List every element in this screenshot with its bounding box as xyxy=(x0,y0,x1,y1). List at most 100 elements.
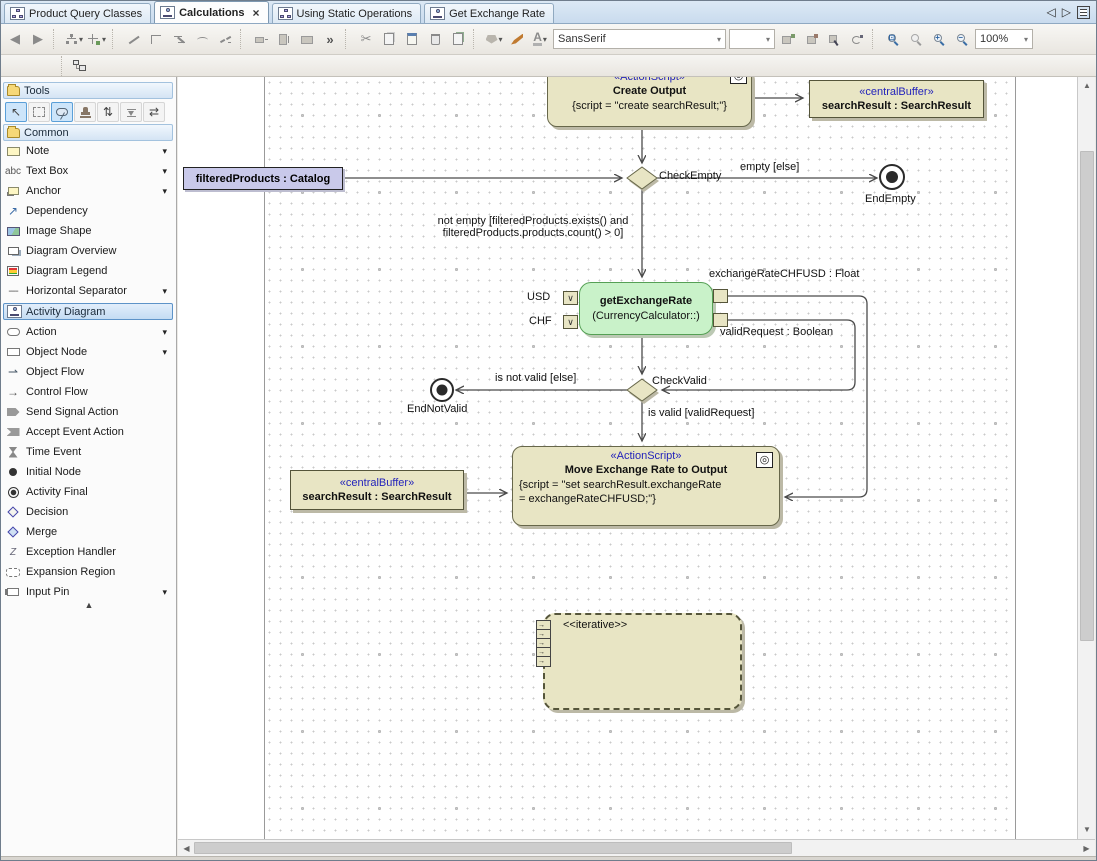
tab-using-static-operations[interactable]: Using Static Operations xyxy=(272,3,422,23)
dropdown-caret[interactable]: ▾ xyxy=(162,327,167,338)
toolbox-item-initial-node[interactable]: Initial Node xyxy=(5,462,173,482)
output-pin-valid-request[interactable] xyxy=(713,313,728,327)
toolbox-item-horizontal-separator[interactable]: ----Horizontal Separator▾ xyxy=(5,281,173,301)
selection-tool-button[interactable]: ↖ xyxy=(5,102,27,122)
toolbox-item-anchor[interactable]: Anchor▾ xyxy=(5,181,173,201)
line-style-rectilinear-button[interactable] xyxy=(146,28,166,50)
activity-diagram-section-header[interactable]: Activity Diagram xyxy=(3,303,173,320)
font-color-button[interactable]: A▾ xyxy=(530,28,550,50)
move-exchange-rate-action-node[interactable]: «ActionScript» Move Exchange Rate to Out… xyxy=(512,446,780,526)
bring-to-front-button[interactable] xyxy=(778,28,798,50)
pin-label-usd[interactable]: USD xyxy=(527,291,550,303)
dropdown-caret[interactable]: ▾ xyxy=(162,166,167,177)
back-button[interactable]: ◀ xyxy=(5,28,25,50)
stamp-tool-button[interactable] xyxy=(74,102,96,122)
input-pin-usd[interactable]: ∨ xyxy=(563,291,578,305)
search-result-buffer-bottom-node[interactable]: «centralBuffer» searchResult : SearchRes… xyxy=(290,470,464,510)
common-section-header[interactable]: Common xyxy=(3,124,173,141)
pin-label-valid-request-boolean[interactable]: validRequest : Boolean xyxy=(720,326,833,338)
output-pin-exchange-rate[interactable] xyxy=(713,289,728,303)
toolbox-item-object-flow[interactable]: ⇀Object Flow xyxy=(5,362,173,382)
toolbox-item-object-node[interactable]: Object Node▾ xyxy=(5,342,173,362)
dropdown-caret[interactable]: ▾ xyxy=(162,347,167,358)
toolbox-item-dependency[interactable]: ↗Dependency xyxy=(5,201,173,221)
toolbox-item-diagram-legend[interactable]: Diagram Legend xyxy=(5,261,173,281)
toolbar-overflow-button[interactable]: » xyxy=(320,28,340,50)
refresh-button[interactable] xyxy=(847,28,867,50)
same-height-button[interactable] xyxy=(274,28,294,50)
compress-tool-button[interactable] xyxy=(120,102,142,122)
containment-tree-button[interactable] xyxy=(69,55,89,77)
line-style-oblique-button[interactable] xyxy=(169,28,189,50)
tools-section-header[interactable]: Tools xyxy=(3,82,173,99)
end-empty-label[interactable]: EndEmpty xyxy=(865,193,916,205)
pin-label-chf[interactable]: CHF xyxy=(529,315,552,327)
tab-get-exchange-rate[interactable]: Get Exchange Rate xyxy=(424,3,554,23)
check-valid-label[interactable]: CheckValid xyxy=(652,375,707,387)
input-pin-chf[interactable]: ∨ xyxy=(563,315,578,329)
close-icon[interactable]: × xyxy=(253,6,260,20)
toolbox-item-action[interactable]: Action▾ xyxy=(5,322,173,342)
swap-tool-button[interactable]: ⇄ xyxy=(143,102,165,122)
dropdown-caret[interactable]: ▾ xyxy=(162,587,167,598)
toolbox-item-diagram-overview[interactable]: Diagram Overview xyxy=(5,241,173,261)
select-in-browser-button[interactable] xyxy=(824,28,844,50)
filtered-products-object-node[interactable]: filteredProducts : Catalog xyxy=(183,167,343,190)
copy-button[interactable] xyxy=(379,28,399,50)
fit-in-window-button[interactable]: ⊡ xyxy=(883,28,903,50)
vertical-scrollbar[interactable]: ▲ ▼ xyxy=(1077,77,1095,839)
scroll-right-button[interactable]: ▶ xyxy=(1080,842,1093,854)
same-size-button[interactable] xyxy=(297,28,317,50)
fill-color-button[interactable]: ▾ xyxy=(484,28,504,50)
toolbox-item-decision[interactable]: Decision xyxy=(5,502,173,522)
line-style-custom-button[interactable] xyxy=(215,28,235,50)
next-diagram-button[interactable]: ▷ xyxy=(1062,5,1071,19)
edge-guard-not-empty[interactable]: not empty [filteredProducts.exists() and… xyxy=(418,215,648,239)
toolbox-item-time-event[interactable]: Time Event xyxy=(5,442,173,462)
toolbox-item-control-flow[interactable]: →Control Flow xyxy=(5,382,173,402)
same-width-button[interactable] xyxy=(251,28,271,50)
scroll-up-button[interactable]: ▲ xyxy=(1080,79,1094,92)
toolbox-item-image-shape[interactable]: Image Shape xyxy=(5,221,173,241)
send-to-back-button[interactable] xyxy=(801,28,821,50)
toolbox-item-accept-event-action[interactable]: Accept Event Action xyxy=(5,422,173,442)
toolbox-item-exception-handler[interactable]: ZException Handler xyxy=(5,542,173,562)
toolbox-item-expansion-region[interactable]: Expansion Region xyxy=(5,562,173,582)
font-size-select[interactable]: ▾ xyxy=(729,29,775,49)
zoom-out-button[interactable]: − xyxy=(952,28,972,50)
forward-button[interactable]: ▶ xyxy=(28,28,48,50)
dropdown-caret[interactable]: ▾ xyxy=(162,186,167,197)
copy-with-format-button[interactable] xyxy=(448,28,468,50)
create-output-action-node[interactable]: «ActionScript» Create Output {script = "… xyxy=(547,77,752,127)
zoom-level-select[interactable]: 100%▾ xyxy=(975,29,1033,49)
end-not-valid-label[interactable]: EndNotValid xyxy=(407,403,467,415)
horizontal-scrollbar[interactable]: ◀ ▶ xyxy=(178,839,1095,856)
edge-guard-is-not-valid[interactable]: is not valid [else] xyxy=(495,372,576,384)
distribute-tool-button[interactable]: ⇅ xyxy=(97,102,119,122)
previous-diagram-button[interactable]: ◁ xyxy=(1047,5,1056,19)
search-result-buffer-top-node[interactable]: «centralBuffer» searchResult : SearchRes… xyxy=(809,80,984,118)
tab-product-query-classes[interactable]: Product Query Classes xyxy=(4,3,151,23)
drag-select-tool-button[interactable] xyxy=(28,102,50,122)
toolbox-item-send-signal-action[interactable]: Send Signal Action xyxy=(5,402,173,422)
quick-layout-button[interactable]: ▾ xyxy=(87,28,107,50)
zoom-1-1-button[interactable] xyxy=(906,28,926,50)
toolbox-item-activity-final[interactable]: Activity Final xyxy=(5,482,173,502)
tab-calculations[interactable]: Calculations × xyxy=(154,1,268,23)
toolbox-scroll-up-button[interactable]: ▲ xyxy=(1,600,177,610)
toolbox-item-merge[interactable]: Merge xyxy=(5,522,173,542)
scroll-down-button[interactable]: ▼ xyxy=(1080,823,1094,836)
line-style-curved-button[interactable] xyxy=(192,28,212,50)
get-exchange-rate-action-node[interactable]: getExchangeRate (CurrencyCalculator::) xyxy=(579,282,713,335)
layout-tree-button[interactable]: ▾ xyxy=(64,28,84,50)
delete-button[interactable] xyxy=(425,28,445,50)
zoom-in-button[interactable]: + xyxy=(929,28,949,50)
toolbox-item-text-box[interactable]: abcText Box▾ xyxy=(5,161,173,181)
cut-button[interactable]: ✂ xyxy=(356,28,376,50)
scroll-left-button[interactable]: ◀ xyxy=(180,842,193,854)
diagram-list-button[interactable] xyxy=(1077,6,1090,19)
dropdown-caret[interactable]: ▾ xyxy=(162,286,167,297)
iterative-expansion-region[interactable]: <<iterative>> xyxy=(543,613,742,710)
toolbox-item-input-pin[interactable]: Input Pin▾ xyxy=(5,582,173,602)
edge-guard-is-valid[interactable]: is valid [validRequest] xyxy=(648,407,754,419)
